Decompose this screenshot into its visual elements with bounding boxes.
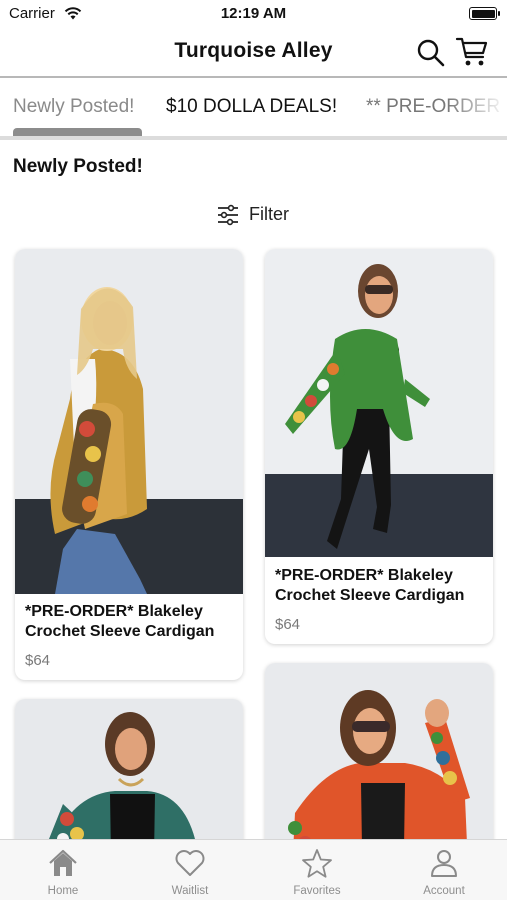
section-title: Newly Posted! <box>13 156 143 177</box>
tab-account[interactable]: Account <box>381 840 507 900</box>
tab-home-label: Home <box>47 885 79 897</box>
app-header: Turquoise Alley <box>0 28 507 78</box>
product-photo <box>15 249 243 594</box>
filter-icon <box>218 204 238 226</box>
tab-favorites[interactable]: Favorites <box>254 840 380 900</box>
category-tabs: Newly Posted! $10 DOLLA DEALS! ** PRE-OR… <box>0 80 507 136</box>
tab-favorites-label: Favorites <box>293 885 341 897</box>
tab-newly-posted[interactable]: Newly Posted! <box>13 96 134 118</box>
tabs-fade <box>447 80 507 136</box>
product-name: *PRE-ORDER* Blakeley Crochet Sleeve Card… <box>25 603 215 640</box>
tab-waitlist[interactable]: Waitlist <box>127 840 253 900</box>
tab-account-label: Account <box>423 885 465 897</box>
home-icon <box>49 849 77 876</box>
filter-label: Filter <box>249 204 289 224</box>
person-icon <box>431 850 457 877</box>
tab-waitlist-label: Waitlist <box>171 885 209 897</box>
battery-icon <box>469 7 500 20</box>
clock: 12:19 AM <box>220 5 287 22</box>
tabs-divider <box>0 136 507 140</box>
product-photo <box>265 249 493 557</box>
cart-icon[interactable] <box>455 36 489 68</box>
tab-dolla-deals[interactable]: $10 DOLLA DEALS! <box>166 96 337 118</box>
product-name: *PRE-ORDER* Blakeley Crochet Sleeve Card… <box>275 567 465 604</box>
selected-tab-indicator <box>13 128 142 136</box>
status-bar: Carrier 12:19 AM <box>0 0 507 28</box>
product-price: $64 <box>275 616 301 633</box>
star-icon <box>302 849 332 878</box>
tab-home[interactable]: Home <box>0 840 126 900</box>
heart-icon <box>175 850 205 876</box>
product-card[interactable]: *PRE-ORDER* Blakeley Crochet Sleeve Card… <box>15 249 243 680</box>
search-icon[interactable] <box>416 38 446 68</box>
product-card[interactable]: *PRE-ORDER* Blakeley Crochet Sleeve Card… <box>265 249 493 644</box>
bottom-tab-bar: Home Waitlist Favorites Account <box>0 839 507 900</box>
product-price: $64 <box>25 652 51 669</box>
